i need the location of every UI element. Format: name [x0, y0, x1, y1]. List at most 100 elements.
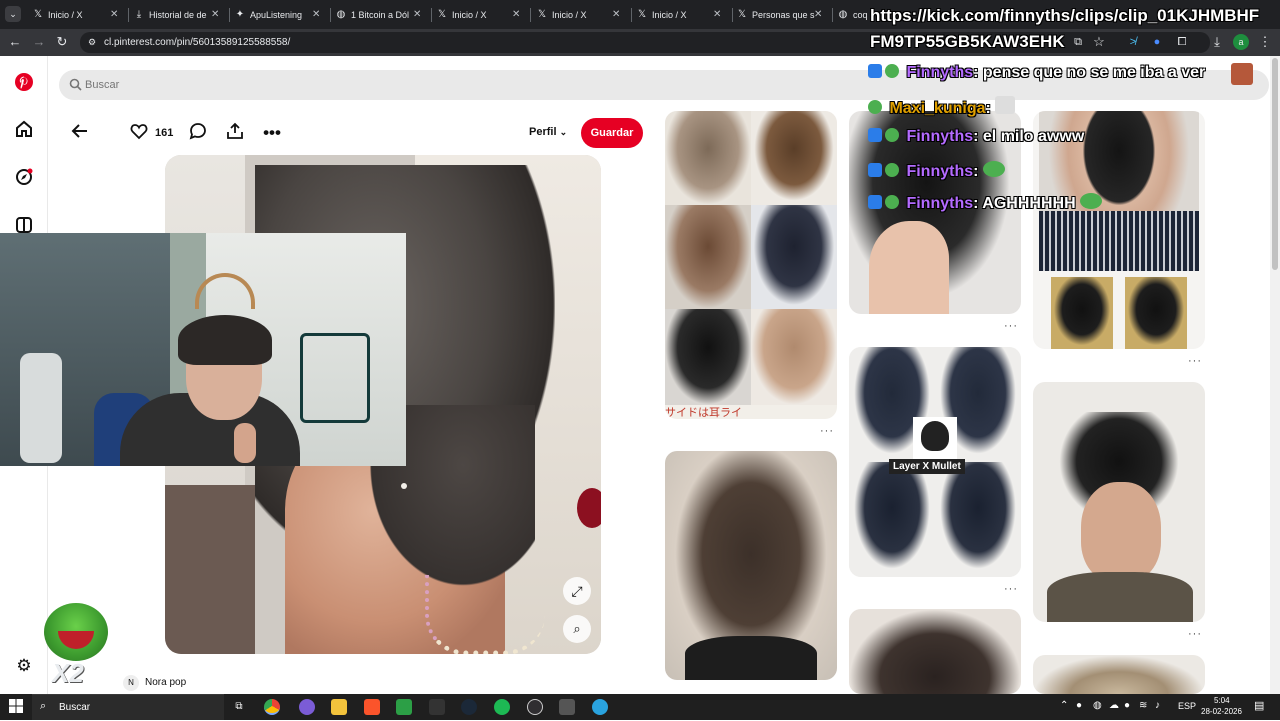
- explore-compass-icon[interactable]: [12, 168, 36, 192]
- obs-icon[interactable]: [527, 699, 543, 715]
- frog-emote-icon: [1080, 193, 1103, 209]
- volume-icon[interactable]: ♪: [1155, 700, 1160, 711]
- extension-icon-1[interactable]: ≯: [1125, 34, 1141, 50]
- more-options-icon[interactable]: ···: [1188, 628, 1202, 640]
- close-icon[interactable]: ✕: [612, 4, 620, 26]
- related-pin-striped-shirt[interactable]: [1033, 111, 1205, 349]
- windows-taskbar: ⌕ Buscar ⧉ ⌃ ● ◍ ☁ ● ≋ ♪ ESP 5:04 28-02-…: [0, 694, 1280, 720]
- related-pin-layer-mullet[interactable]: Layer X Mullet: [849, 347, 1021, 577]
- app-icon-dark[interactable]: [429, 699, 445, 715]
- steam-icon[interactable]: [461, 699, 477, 715]
- visual-search-icon[interactable]: ⌕: [563, 615, 591, 643]
- app-icon-purple[interactable]: [299, 699, 315, 715]
- close-icon[interactable]: ✕: [110, 4, 118, 26]
- reload-icon[interactable]: ↻: [54, 34, 70, 50]
- heart-icon[interactable]: [128, 122, 150, 144]
- share-icon[interactable]: [224, 122, 246, 144]
- tab-personas[interactable]: 𝕏 Personas que s ✕: [736, 4, 828, 26]
- clock-date[interactable]: 28-02-2026: [1201, 707, 1242, 716]
- tab-inicio-x-2[interactable]: 𝕏 Inicio / X ✕: [436, 4, 528, 26]
- clip-url-line-2: FM9TP55GB5KAW3EHK: [870, 32, 1065, 51]
- telegram-icon[interactable]: [592, 699, 608, 715]
- more-options-icon[interactable]: ···: [1004, 583, 1018, 595]
- tray-app-icon[interactable]: ●: [1076, 700, 1082, 711]
- more-options-icon[interactable]: ···: [1188, 355, 1202, 367]
- task-view-icon[interactable]: ⧉: [231, 699, 247, 715]
- file-explorer-icon[interactable]: [331, 699, 347, 715]
- comment-icon[interactable]: [187, 122, 209, 144]
- chat-text: : AGHHHHHH: [973, 195, 1076, 212]
- related-pin-blond[interactable]: [1033, 655, 1205, 694]
- frog-emote-icon: [885, 195, 899, 209]
- tab-inicio-x-4[interactable]: 𝕏 Inicio / X ✕: [636, 4, 728, 26]
- tray-cloud-icon[interactable]: ☁: [1109, 700, 1119, 711]
- network-icon[interactable]: ◍: [1093, 700, 1102, 711]
- bookmark-star-icon[interactable]: ☆: [1091, 34, 1107, 50]
- related-pin-collage[interactable]: サイドは耳ライ: [665, 111, 837, 419]
- related-pin-curly-back[interactable]: [665, 451, 837, 680]
- profile-dropdown[interactable]: Perfil ⌄: [529, 126, 567, 138]
- tab-bitcoin[interactable]: ◍ 1 Bitcoin a Dól ✕: [335, 4, 427, 26]
- related-pin-messy-fringe[interactable]: [1033, 382, 1205, 622]
- app-icon-gray[interactable]: [559, 699, 575, 715]
- frog-emote-icon: [885, 128, 899, 142]
- store-icon[interactable]: [396, 699, 412, 715]
- tab-inicio-x-1[interactable]: 𝕏 Inicio / X ✕: [32, 4, 124, 26]
- profile-avatar[interactable]: a: [1233, 34, 1249, 50]
- site-info-icon[interactable]: ⚙: [88, 36, 100, 48]
- more-options-icon[interactable]: ···: [1004, 320, 1018, 332]
- tray-chevron-icon[interactable]: ⌃: [1060, 700, 1068, 711]
- x-logo-icon: 𝕏: [537, 9, 547, 20]
- x-logo-icon: 𝕏: [437, 9, 447, 20]
- forward-arrow-icon[interactable]: →: [31, 34, 47, 50]
- back-arrow-icon[interactable]: [69, 122, 91, 144]
- page-scrollbar[interactable]: [1270, 56, 1280, 694]
- chrome-icon[interactable]: [264, 699, 280, 715]
- tab-apulistening[interactable]: ✦ ApuListening ✕: [234, 4, 326, 26]
- expand-icon[interactable]: ⤢: [563, 577, 591, 605]
- menu-kebab-icon[interactable]: ⋮: [1257, 34, 1273, 50]
- save-button[interactable]: Guardar: [581, 118, 643, 148]
- spotify-icon[interactable]: [494, 699, 510, 715]
- install-app-icon[interactable]: ⧉: [1070, 34, 1086, 50]
- browser-toolbar: ← → ↻ ⚙ cl.pinterest.com/pin/56013589125…: [0, 29, 1280, 56]
- tab-inicio-x-3[interactable]: 𝕏 Inicio / X ✕: [536, 4, 628, 26]
- chevron-down-icon: ⌄: [559, 127, 568, 137]
- windows-start-icon[interactable]: [8, 699, 24, 715]
- settings-gear-icon[interactable]: ⚙: [12, 654, 36, 678]
- more-options-icon[interactable]: •••: [261, 122, 283, 144]
- brave-icon[interactable]: [364, 699, 380, 715]
- wifi-icon[interactable]: ≋: [1139, 700, 1147, 711]
- extension-icon-2[interactable]: ●: [1149, 34, 1165, 50]
- tab-historial[interactable]: ⤓ Historial de de ✕: [133, 4, 225, 26]
- tab-coq[interactable]: ◍ coq: [837, 4, 873, 26]
- close-icon[interactable]: ✕: [312, 4, 320, 26]
- chat-badge-icon: [868, 195, 882, 209]
- more-options-icon[interactable]: ···: [820, 425, 834, 437]
- extensions-puzzle-icon[interactable]: ⧠: [1174, 34, 1190, 50]
- close-icon[interactable]: ✕: [713, 4, 721, 26]
- pinterest-logo-icon[interactable]: [12, 73, 36, 97]
- chat-message-2: Maxi_kuniga:: [868, 96, 1018, 118]
- streamer-webcam: [0, 233, 406, 466]
- back-arrow-icon[interactable]: ←: [7, 34, 23, 50]
- download-icon[interactable]: ⤓: [1209, 34, 1225, 50]
- notifications-icon[interactable]: ▤: [1254, 699, 1264, 712]
- author-name[interactable]: Nora pop: [145, 677, 186, 688]
- home-icon[interactable]: [12, 120, 36, 144]
- author-avatar[interactable]: N: [123, 675, 139, 691]
- like-count: 161: [155, 127, 174, 139]
- language-indicator[interactable]: ESP: [1178, 701, 1196, 711]
- close-icon[interactable]: ✕: [814, 4, 822, 26]
- clock-time[interactable]: 5:04: [1214, 696, 1230, 705]
- related-pin-curly-top[interactable]: [849, 609, 1021, 694]
- close-icon[interactable]: ✕: [413, 4, 421, 26]
- tab-search-button[interactable]: ⌄: [5, 6, 21, 22]
- microphone-icon[interactable]: ●: [1124, 700, 1130, 711]
- chat-message-3: Finnyths: el milo awww: [868, 128, 1084, 146]
- close-icon[interactable]: ✕: [512, 4, 520, 26]
- chat-badge-icon: [868, 128, 882, 142]
- taskbar-search-input[interactable]: ⌕ Buscar: [32, 694, 224, 720]
- close-icon[interactable]: ✕: [211, 4, 219, 26]
- globe-icon: ◍: [336, 9, 346, 20]
